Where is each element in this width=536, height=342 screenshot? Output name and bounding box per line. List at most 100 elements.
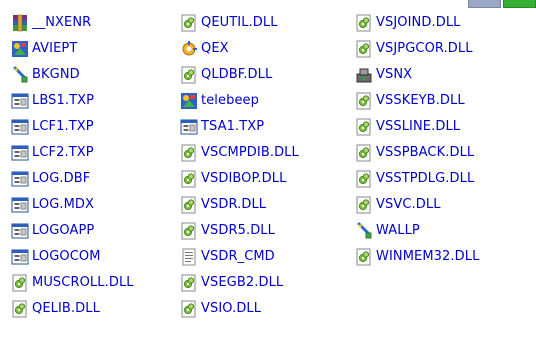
file-name-label: VSJPGCOR.DLL xyxy=(376,41,473,56)
file-item[interactable]: telebeep xyxy=(180,88,299,114)
txp-file-icon xyxy=(180,118,198,136)
txp-file-icon xyxy=(11,144,29,162)
file-item[interactable]: VSJOIND.DLL xyxy=(355,10,479,36)
text-document-icon xyxy=(180,248,198,266)
file-name-label: LCF1.TXP xyxy=(32,119,94,134)
shortcut-icon xyxy=(355,222,373,240)
file-item[interactable]: MUSCROLL.DLL xyxy=(11,270,134,296)
file-name-label: VSVC.DLL xyxy=(376,197,441,212)
file-item[interactable]: VSNX xyxy=(355,62,479,88)
file-item[interactable]: VSVC.DLL xyxy=(355,192,479,218)
file-item[interactable]: LOG.MDX xyxy=(11,192,134,218)
file-item[interactable]: QELIB.DLL xyxy=(11,296,134,322)
file-name-label: __NXENR xyxy=(32,15,92,30)
file-name-label: QLDBF.DLL xyxy=(201,67,273,82)
dll-file-icon xyxy=(180,196,198,214)
file-item[interactable]: VSIO.DLL xyxy=(180,296,299,322)
dll-file-icon xyxy=(180,66,198,84)
txp-file-icon xyxy=(11,118,29,136)
file-name-label: VSJOIND.DLL xyxy=(376,15,461,30)
file-name-label: telebeep xyxy=(201,93,260,108)
file-item[interactable]: TSA1.TXP xyxy=(180,114,299,140)
file-item[interactable]: VSSLINE.DLL xyxy=(355,114,479,140)
file-item[interactable]: VSEGB2.DLL xyxy=(180,270,299,296)
dll-file-icon xyxy=(355,144,373,162)
file-item[interactable]: VSDR5.DLL xyxy=(180,218,299,244)
shortcut-icon xyxy=(11,66,29,84)
file-item[interactable]: VSSKEYB.DLL xyxy=(355,88,479,114)
file-item[interactable]: BKGND xyxy=(11,62,134,88)
txp-file-icon xyxy=(11,92,29,110)
file-item[interactable]: __NXENR xyxy=(11,10,134,36)
dll-file-icon xyxy=(355,40,373,58)
dll-file-icon xyxy=(355,170,373,188)
application-icon xyxy=(11,40,29,58)
file-item[interactable]: QEX xyxy=(180,36,299,62)
file-name-label: VSSLINE.DLL xyxy=(376,119,461,134)
file-item[interactable]: VSSTPDLG.DLL xyxy=(355,166,479,192)
file-item[interactable]: VSDR.DLL xyxy=(180,192,299,218)
txp-file-icon xyxy=(11,248,29,266)
file-name-label: VSNX xyxy=(376,67,413,82)
file-name-label: LOGOAPP xyxy=(32,223,95,238)
file-item[interactable]: WINMEM32.DLL xyxy=(355,244,479,270)
file-name-label: BKGND xyxy=(32,67,80,82)
file-name-label: LOG.MDX xyxy=(32,197,95,212)
file-item[interactable]: LOGOAPP xyxy=(11,218,134,244)
file-name-label: VSSKEYB.DLL xyxy=(376,93,465,108)
dll-file-icon xyxy=(355,248,373,266)
file-item[interactable]: LOGOCOM xyxy=(11,244,134,270)
dll-file-icon xyxy=(11,274,29,292)
txp-file-icon xyxy=(11,222,29,240)
file-item[interactable]: VSDR_CMD xyxy=(180,244,299,270)
file-name-label: QEUTIL.DLL xyxy=(201,15,278,30)
file-item[interactable]: LBS1.TXP xyxy=(11,88,134,114)
file-item[interactable]: VSSPBACK.DLL xyxy=(355,140,479,166)
winrar-archive-icon xyxy=(11,14,29,32)
file-item[interactable]: QEUTIL.DLL xyxy=(180,10,299,36)
window-control-buttons xyxy=(468,0,536,8)
settings-app-icon xyxy=(180,40,198,58)
dll-file-icon xyxy=(180,300,198,318)
file-name-label: LCF2.TXP xyxy=(32,145,94,160)
file-name-label: VSDR.DLL xyxy=(201,197,267,212)
file-name-label: TSA1.TXP xyxy=(201,119,265,134)
window-button-left[interactable] xyxy=(468,0,501,8)
file-name-label: QELIB.DLL xyxy=(32,301,100,316)
file-name-label: VSEGB2.DLL xyxy=(201,275,284,290)
dll-file-icon xyxy=(355,14,373,32)
tools-app-icon xyxy=(355,66,373,84)
dll-file-icon xyxy=(355,118,373,136)
file-item[interactable]: VSJPGCOR.DLL xyxy=(355,36,479,62)
file-item[interactable]: WALLP xyxy=(355,218,479,244)
go-button[interactable] xyxy=(503,0,536,8)
file-item[interactable]: VSCMPDIB.DLL xyxy=(180,140,299,166)
file-name-label: VSDR_CMD xyxy=(201,249,275,264)
dll-file-icon xyxy=(180,274,198,292)
file-name-label: VSSTPDLG.DLL xyxy=(376,171,475,186)
file-name-label: VSIO.DLL xyxy=(201,301,262,316)
application-icon xyxy=(180,92,198,110)
dll-file-icon xyxy=(180,144,198,162)
dll-file-icon xyxy=(180,14,198,32)
file-name-label: WALLP xyxy=(376,223,420,238)
file-name-label: VSCMPDIB.DLL xyxy=(201,145,299,160)
file-item[interactable]: LCF1.TXP xyxy=(11,114,134,140)
file-name-label: MUSCROLL.DLL xyxy=(32,275,134,290)
file-item[interactable]: AVIEPT xyxy=(11,36,134,62)
file-column-2: QEUTIL.DLL QEX QLDBF.DLL telebeep TSA1.TXP VS… xyxy=(180,10,299,322)
file-name-label: VSDIBOP.DLL xyxy=(201,171,287,186)
dll-file-icon xyxy=(355,92,373,110)
file-name-label: QEX xyxy=(201,41,229,56)
txp-file-icon xyxy=(11,196,29,214)
file-item[interactable]: LOG.DBF xyxy=(11,166,134,192)
dll-file-icon xyxy=(11,300,29,318)
file-name-label: VSSPBACK.DLL xyxy=(376,145,475,160)
file-item[interactable]: VSDIBOP.DLL xyxy=(180,166,299,192)
file-name-label: VSDR5.DLL xyxy=(201,223,275,238)
dll-file-icon xyxy=(180,170,198,188)
file-name-label: AVIEPT xyxy=(32,41,78,56)
dll-file-icon xyxy=(355,196,373,214)
file-item[interactable]: LCF2.TXP xyxy=(11,140,134,166)
file-item[interactable]: QLDBF.DLL xyxy=(180,62,299,88)
